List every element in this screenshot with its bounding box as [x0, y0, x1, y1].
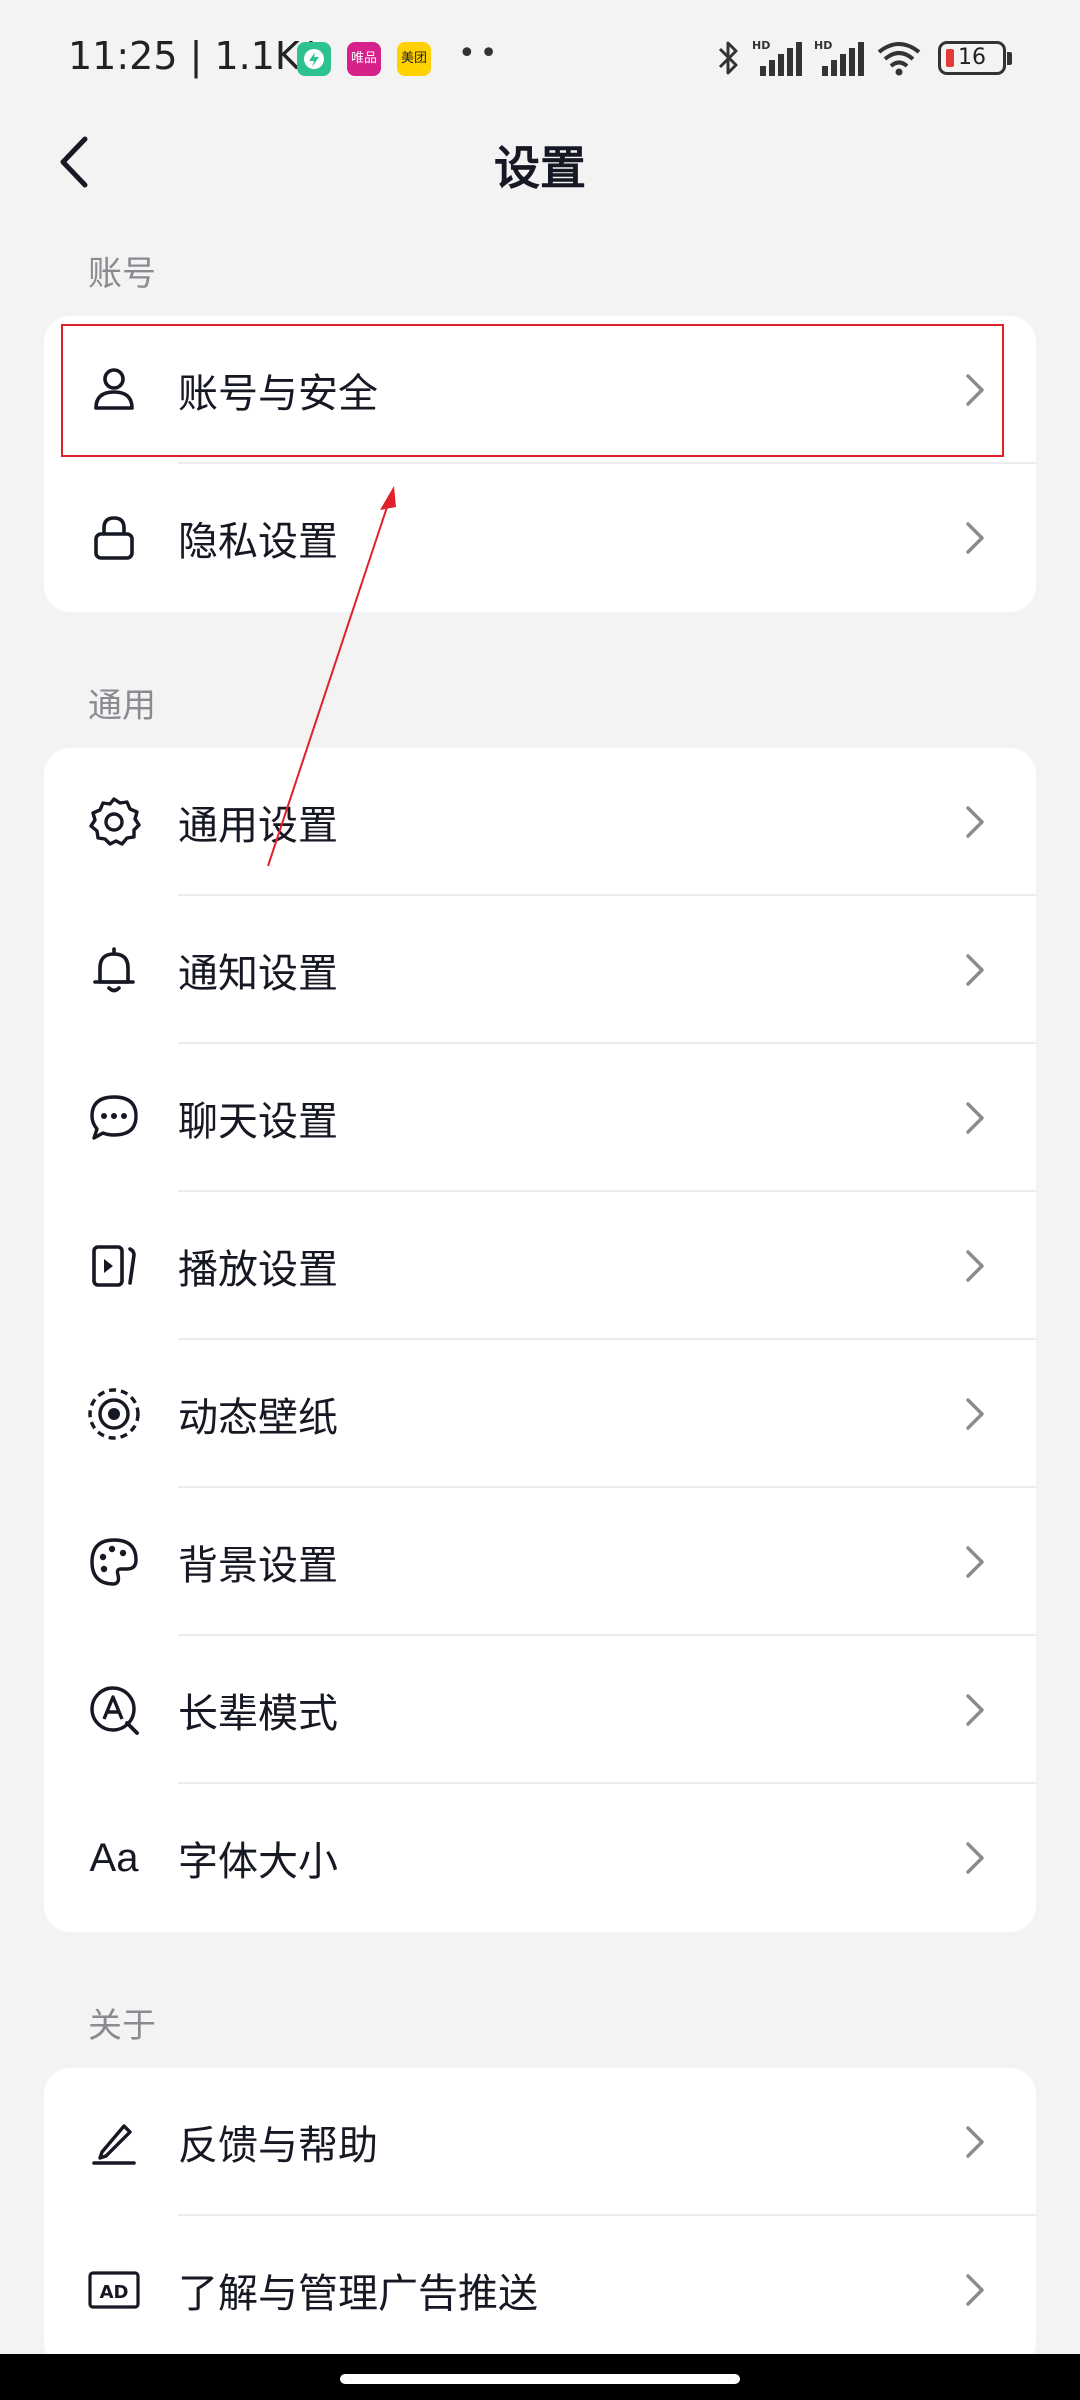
more-notifications-icon: •• [458, 36, 502, 71]
svg-text:HD: HD [752, 39, 770, 52]
settings-item-label: 通知设置 [178, 951, 338, 997]
chevron-right-icon [960, 802, 990, 842]
elder-mode-icon [86, 1682, 142, 1738]
signal-icon: HD [752, 39, 802, 76]
nav-bar: 设置 [0, 118, 1080, 206]
palette-icon [86, 1534, 142, 1590]
page-title: 设置 [494, 141, 586, 195]
section-header-account: 账号 [88, 254, 156, 294]
svg-text:HD: HD [814, 39, 832, 52]
app-notification-icon [297, 42, 331, 76]
settings-item-elder-mode[interactable]: 长辈模式 [44, 1636, 1036, 1784]
home-indicator[interactable] [340, 2374, 740, 2384]
settings-item-label: 字体大小 [178, 1839, 338, 1885]
settings-item-label: 反馈与帮助 [178, 2123, 378, 2169]
status-bar: 11:25 | 1.1K/s 唯品会 美团 •• HD HD [0, 0, 1080, 118]
chevron-right-icon [960, 1690, 990, 1730]
chevron-right-icon [960, 1542, 990, 1582]
annotation-highlight-box [61, 324, 1004, 457]
settings-item-label: 背景设置 [178, 1543, 338, 1589]
lock-icon [86, 510, 142, 566]
general-card: 通用设置 通知设置 聊天设置 播放设置 动态壁纸 背景设置 长辈模式 Aa 字体… [44, 748, 1036, 1932]
font-size-icon: Aa [86, 1830, 142, 1886]
settings-item-label: 聊天设置 [178, 1099, 338, 1145]
battery-icon: 16 [938, 41, 1012, 75]
settings-item-font-size[interactable]: Aa 字体大小 [44, 1784, 1036, 1932]
pen-icon [86, 2114, 142, 2170]
chevron-right-icon [960, 1098, 990, 1138]
settings-item-general[interactable]: 通用设置 [44, 748, 1036, 896]
settings-item-live-wallpaper[interactable]: 动态壁纸 [44, 1340, 1036, 1488]
signal-icon-2: HD [814, 39, 864, 76]
ad-icon-text: AD [100, 2282, 129, 2303]
chevron-right-icon [960, 1838, 990, 1878]
vipshop-app-icon: 唯品会 [347, 42, 381, 76]
settings-item-feedback-help[interactable]: 反馈与帮助 [44, 2068, 1036, 2216]
chevron-right-icon [960, 1394, 990, 1434]
play-icon [86, 1238, 142, 1294]
settings-item-chat[interactable]: 聊天设置 [44, 1044, 1036, 1192]
gear-icon [86, 794, 142, 850]
wifi-icon [877, 42, 921, 76]
about-card: 反馈与帮助 AD 了解与管理广告推送 [44, 2068, 1036, 2368]
chevron-right-icon [960, 2270, 990, 2310]
settings-item-ad-management[interactable]: AD 了解与管理广告推送 [44, 2216, 1036, 2364]
chevron-right-icon [960, 950, 990, 990]
settings-item-label: 通用设置 [178, 803, 338, 849]
chevron-right-icon [960, 518, 990, 558]
settings-item-playback[interactable]: 播放设置 [44, 1192, 1036, 1340]
status-time: 11:25 | 1.1K/s [68, 34, 333, 78]
settings-item-privacy[interactable]: 隐私设置 [44, 464, 1036, 612]
chevron-right-icon [960, 1246, 990, 1286]
ad-icon: AD [86, 2262, 142, 2318]
status-right-group: HD HD 16 [716, 38, 1012, 78]
settings-item-notification[interactable]: 通知设置 [44, 896, 1036, 1044]
settings-item-label: 播放设置 [178, 1247, 338, 1293]
settings-item-label: 动态壁纸 [178, 1395, 338, 1441]
font-size-icon-text: Aa [89, 1835, 139, 1880]
section-header-general: 通用 [88, 686, 156, 726]
settings-item-label: 了解与管理广告推送 [178, 2271, 538, 2317]
bluetooth-icon [718, 41, 738, 75]
settings-item-label: 长辈模式 [178, 1691, 338, 1737]
target-icon [86, 1386, 142, 1442]
meituan-app-icon: 美团 [397, 42, 431, 76]
settings-item-background[interactable]: 背景设置 [44, 1488, 1036, 1636]
chevron-right-icon [960, 2122, 990, 2162]
gesture-bar [0, 2354, 1080, 2400]
settings-page: 11:25 | 1.1K/s 唯品会 美团 •• HD HD [0, 0, 1080, 2400]
section-header-about: 关于 [88, 2006, 156, 2046]
chat-bubble-icon [86, 1090, 142, 1146]
bell-icon [86, 942, 142, 998]
settings-item-label: 隐私设置 [178, 519, 338, 565]
